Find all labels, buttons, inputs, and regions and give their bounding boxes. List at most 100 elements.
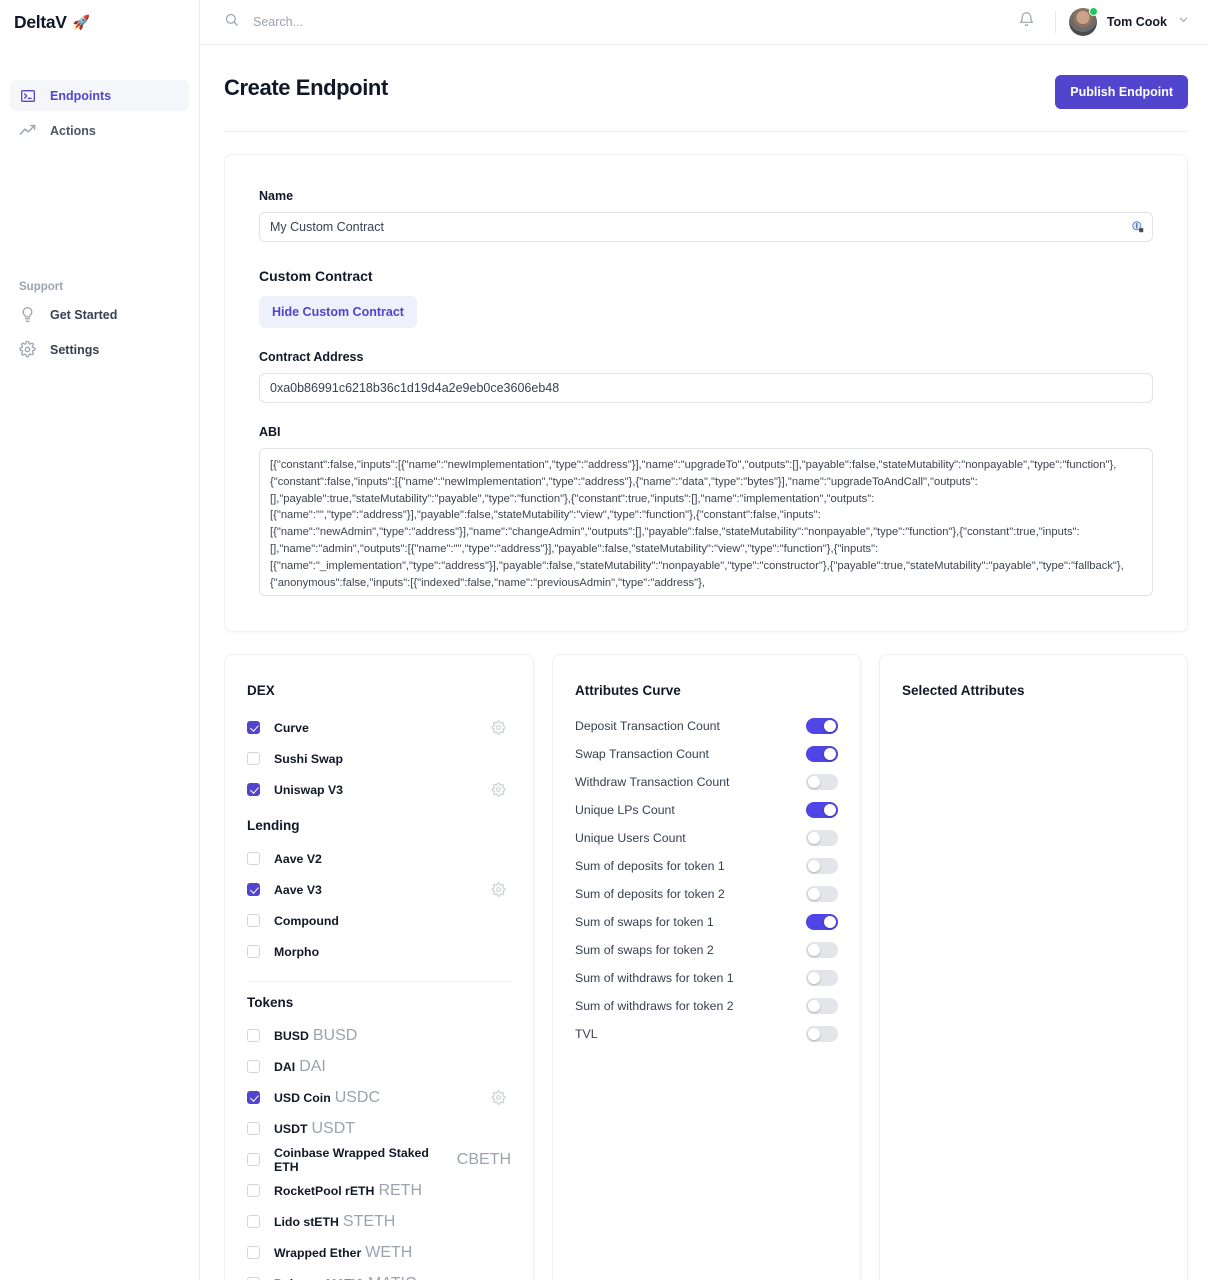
toggle-row-sum-deposits-token-1[interactable]: Sum of deposits for token 1 bbox=[575, 852, 838, 880]
name-input[interactable] bbox=[259, 212, 1153, 242]
toggle-row-unique-users-count[interactable]: Unique Users Count bbox=[575, 824, 838, 852]
user-name: Tom Cook bbox=[1106, 15, 1167, 29]
checkbox-row-steth[interactable]: Lido stETH STETH bbox=[247, 1206, 511, 1237]
checkbox[interactable] bbox=[247, 783, 260, 796]
notifications-button[interactable] bbox=[1012, 7, 1042, 37]
token-ticker: MATIC bbox=[368, 1275, 417, 1280]
publish-endpoint-button[interactable]: Publish Endpoint bbox=[1055, 75, 1188, 109]
checkbox[interactable] bbox=[247, 945, 260, 958]
checkbox-row-busd[interactable]: BUSD BUSD bbox=[247, 1020, 511, 1051]
toggle-switch[interactable] bbox=[806, 1026, 838, 1042]
toggle-switch[interactable] bbox=[806, 970, 838, 986]
checkbox[interactable] bbox=[247, 721, 260, 734]
name-label: Name bbox=[259, 189, 294, 203]
tokens-divider bbox=[247, 981, 511, 982]
checkbox-row-aave-v2[interactable]: Aave V2 bbox=[247, 843, 511, 874]
toggle-row-sum-swaps-token-2[interactable]: Sum of swaps for token 2 bbox=[575, 936, 838, 964]
toggle-label: TVL bbox=[575, 1027, 598, 1041]
hide-custom-contract-button[interactable]: Hide Custom Contract bbox=[259, 296, 417, 328]
checkbox[interactable] bbox=[247, 1184, 260, 1197]
checkbox-row-uniswap-v3[interactable]: Uniswap V3 bbox=[247, 774, 511, 805]
checkbox-label: Coinbase Wrapped Staked ETH bbox=[274, 1145, 429, 1174]
toggle-switch[interactable] bbox=[806, 718, 838, 734]
divider bbox=[1054, 11, 1056, 33]
toggle-knob bbox=[824, 804, 836, 816]
checkbox-row-usdt[interactable]: USDT USDT bbox=[247, 1113, 511, 1144]
toggle-row-swap-transaction-count[interactable]: Swap Transaction Count bbox=[575, 740, 838, 768]
toggle-switch[interactable] bbox=[806, 802, 838, 818]
checkbox-row-curve[interactable]: Curve bbox=[247, 712, 511, 743]
toggle-label: Sum of deposits for token 2 bbox=[575, 887, 725, 901]
checkbox-row-cbeth[interactable]: Coinbase Wrapped Staked ETH CBETH bbox=[247, 1144, 511, 1175]
gear-icon[interactable] bbox=[491, 881, 507, 898]
checkbox-row-matic[interactable]: Polygon MATIC MATIC bbox=[247, 1268, 511, 1280]
checkbox-row-aave-v3[interactable]: Aave V3 bbox=[247, 874, 511, 905]
checkbox[interactable] bbox=[247, 883, 260, 896]
gear-icon[interactable] bbox=[491, 1089, 507, 1106]
toggle-knob bbox=[824, 720, 836, 732]
toggle-switch[interactable] bbox=[806, 998, 838, 1014]
toggle-row-sum-swaps-token-1[interactable]: Sum of swaps for token 1 bbox=[575, 908, 838, 936]
checkbox[interactable] bbox=[247, 1122, 260, 1135]
token-ticker: USDC bbox=[334, 1088, 381, 1106]
toggle-row-tvl[interactable]: TVL bbox=[575, 1020, 838, 1048]
abi-textarea[interactable]: [{"constant":false,"inputs":[{"name":"ne… bbox=[259, 448, 1153, 596]
toggle-knob bbox=[808, 972, 820, 984]
sidebar-item-get-started[interactable]: Get Started bbox=[10, 299, 189, 330]
toggle-knob bbox=[808, 1028, 820, 1040]
toggle-row-unique-lps-count[interactable]: Unique LPs Count bbox=[575, 796, 838, 824]
checkbox[interactable] bbox=[247, 1060, 260, 1073]
sidebar-item-label: Get Started bbox=[50, 307, 118, 322]
checkbox[interactable] bbox=[247, 852, 260, 865]
panels-row: DEX Curve Sushi Swap Uniswap V3 Lending … bbox=[224, 654, 1188, 1280]
rocket-icon: 🚀 bbox=[72, 14, 91, 30]
page-header: Create Endpoint Publish Endpoint bbox=[224, 45, 1188, 109]
contract-address-input[interactable] bbox=[259, 373, 1153, 403]
search-input[interactable] bbox=[253, 15, 573, 29]
sidebar-item-settings[interactable]: Settings bbox=[10, 334, 189, 365]
checkbox-label: Aave V2 bbox=[274, 851, 322, 866]
toggle-row-deposit-transaction-count[interactable]: Deposit Transaction Count bbox=[575, 712, 838, 740]
toggle-row-sum-withdraws-token-2[interactable]: Sum of withdraws for token 2 bbox=[575, 992, 838, 1020]
toggle-row-sum-withdraws-token-1[interactable]: Sum of withdraws for token 1 bbox=[575, 964, 838, 992]
toggle-switch[interactable] bbox=[806, 942, 838, 958]
token-ticker: CBETH bbox=[456, 1150, 511, 1168]
checkbox[interactable] bbox=[247, 1029, 260, 1042]
toggle-label: Sum of withdraws for token 1 bbox=[575, 971, 734, 985]
checkbox[interactable] bbox=[247, 914, 260, 927]
checkbox-row-sushi-swap[interactable]: Sushi Swap bbox=[247, 743, 511, 774]
toggle-switch[interactable] bbox=[806, 746, 838, 762]
checkbox[interactable] bbox=[247, 1091, 260, 1104]
toggle-switch[interactable] bbox=[806, 830, 838, 846]
brand-logo[interactable]: DeltaV 🚀 bbox=[0, 0, 199, 45]
user-menu-button[interactable]: Tom Cook bbox=[1068, 7, 1190, 36]
checkbox-row-morpho[interactable]: Morpho bbox=[247, 936, 511, 967]
checkbox-label: RocketPool rETH bbox=[274, 1183, 375, 1198]
checkbox-row-compound[interactable]: Compound bbox=[247, 905, 511, 936]
checkbox[interactable] bbox=[247, 1246, 260, 1259]
gear-icon[interactable] bbox=[491, 781, 507, 798]
gear-icon[interactable] bbox=[491, 719, 507, 736]
token-ticker: WETH bbox=[365, 1243, 413, 1261]
checkbox-row-reth[interactable]: RocketPool rETH RETH bbox=[247, 1175, 511, 1206]
checkbox[interactable] bbox=[247, 752, 260, 765]
checkbox[interactable] bbox=[247, 1215, 260, 1228]
toggle-label: Unique Users Count bbox=[575, 831, 686, 845]
avatar bbox=[1068, 7, 1098, 36]
gear-icon bbox=[19, 341, 36, 358]
toggle-switch[interactable] bbox=[806, 774, 838, 790]
toggle-switch[interactable] bbox=[806, 914, 838, 930]
toggle-switch[interactable] bbox=[806, 858, 838, 874]
sidebar-item-endpoints[interactable]: Endpoints bbox=[10, 80, 189, 111]
toggle-row-withdraw-transaction-count[interactable]: Withdraw Transaction Count bbox=[575, 768, 838, 796]
sidebar-item-actions[interactable]: Actions bbox=[10, 115, 189, 146]
checkbox-row-dai[interactable]: DAI DAI bbox=[247, 1051, 511, 1082]
checkbox-row-usd-coin[interactable]: USD Coin USDC bbox=[247, 1082, 511, 1113]
topbar-right: Tom Cook bbox=[1012, 7, 1190, 37]
checkbox-label: DAI bbox=[274, 1059, 296, 1074]
checkbox[interactable] bbox=[247, 1153, 260, 1166]
status-badge bbox=[1088, 7, 1098, 16]
toggle-row-sum-deposits-token-2[interactable]: Sum of deposits for token 2 bbox=[575, 880, 838, 908]
checkbox-row-weth[interactable]: Wrapped Ether WETH bbox=[247, 1237, 511, 1268]
toggle-switch[interactable] bbox=[806, 886, 838, 902]
